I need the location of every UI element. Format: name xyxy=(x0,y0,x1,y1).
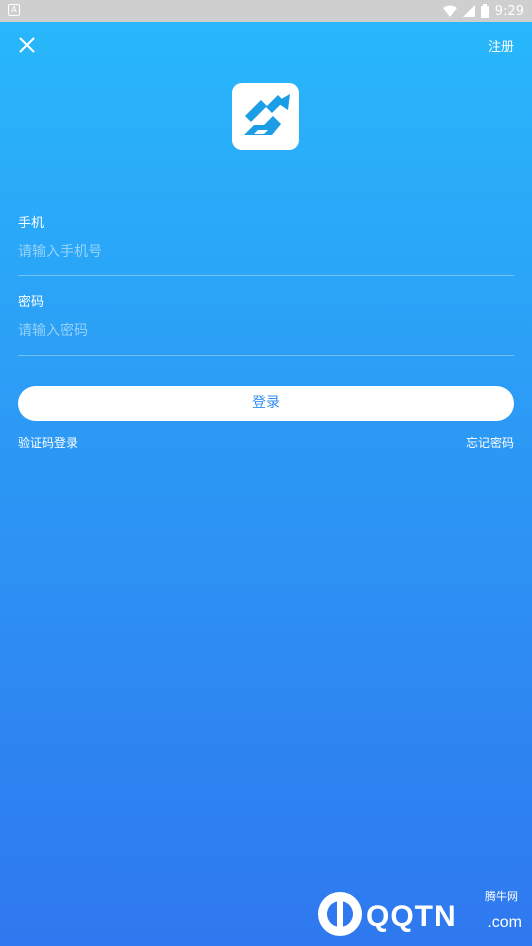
watermark-sub: 腾牛网 xyxy=(485,890,518,903)
watermark: QQTN 腾牛网 .com xyxy=(314,886,524,942)
watermark-logo-icon xyxy=(318,892,362,936)
status-time: 9:29 xyxy=(494,3,524,19)
login-button[interactable]: 登录 xyxy=(18,386,514,421)
watermark-domain: .com xyxy=(487,914,522,931)
close-icon xyxy=(19,37,35,53)
status-bar: A 9:29 xyxy=(0,0,532,22)
phone-input[interactable] xyxy=(18,237,514,267)
watermark-brand: QQTN xyxy=(366,900,457,933)
phone-label: 手机 xyxy=(18,216,45,231)
app-logo-icon xyxy=(244,94,290,135)
password-divider xyxy=(18,355,514,356)
phone-divider xyxy=(18,275,514,276)
battery-icon xyxy=(480,4,489,18)
password-label: 密码 xyxy=(18,295,45,310)
status-indicators: 9:29 xyxy=(442,2,524,20)
sms-login-link[interactable]: 验证码登录 xyxy=(18,434,78,451)
register-link[interactable]: 注册 xyxy=(488,36,514,55)
password-input[interactable] xyxy=(18,316,514,346)
forgot-password-link[interactable]: 忘记密码 xyxy=(466,434,514,451)
signal-icon xyxy=(462,5,475,17)
close-button[interactable] xyxy=(14,32,40,58)
app-logo xyxy=(232,83,299,150)
notification-icon: A xyxy=(8,4,20,16)
wifi-icon xyxy=(442,5,457,17)
